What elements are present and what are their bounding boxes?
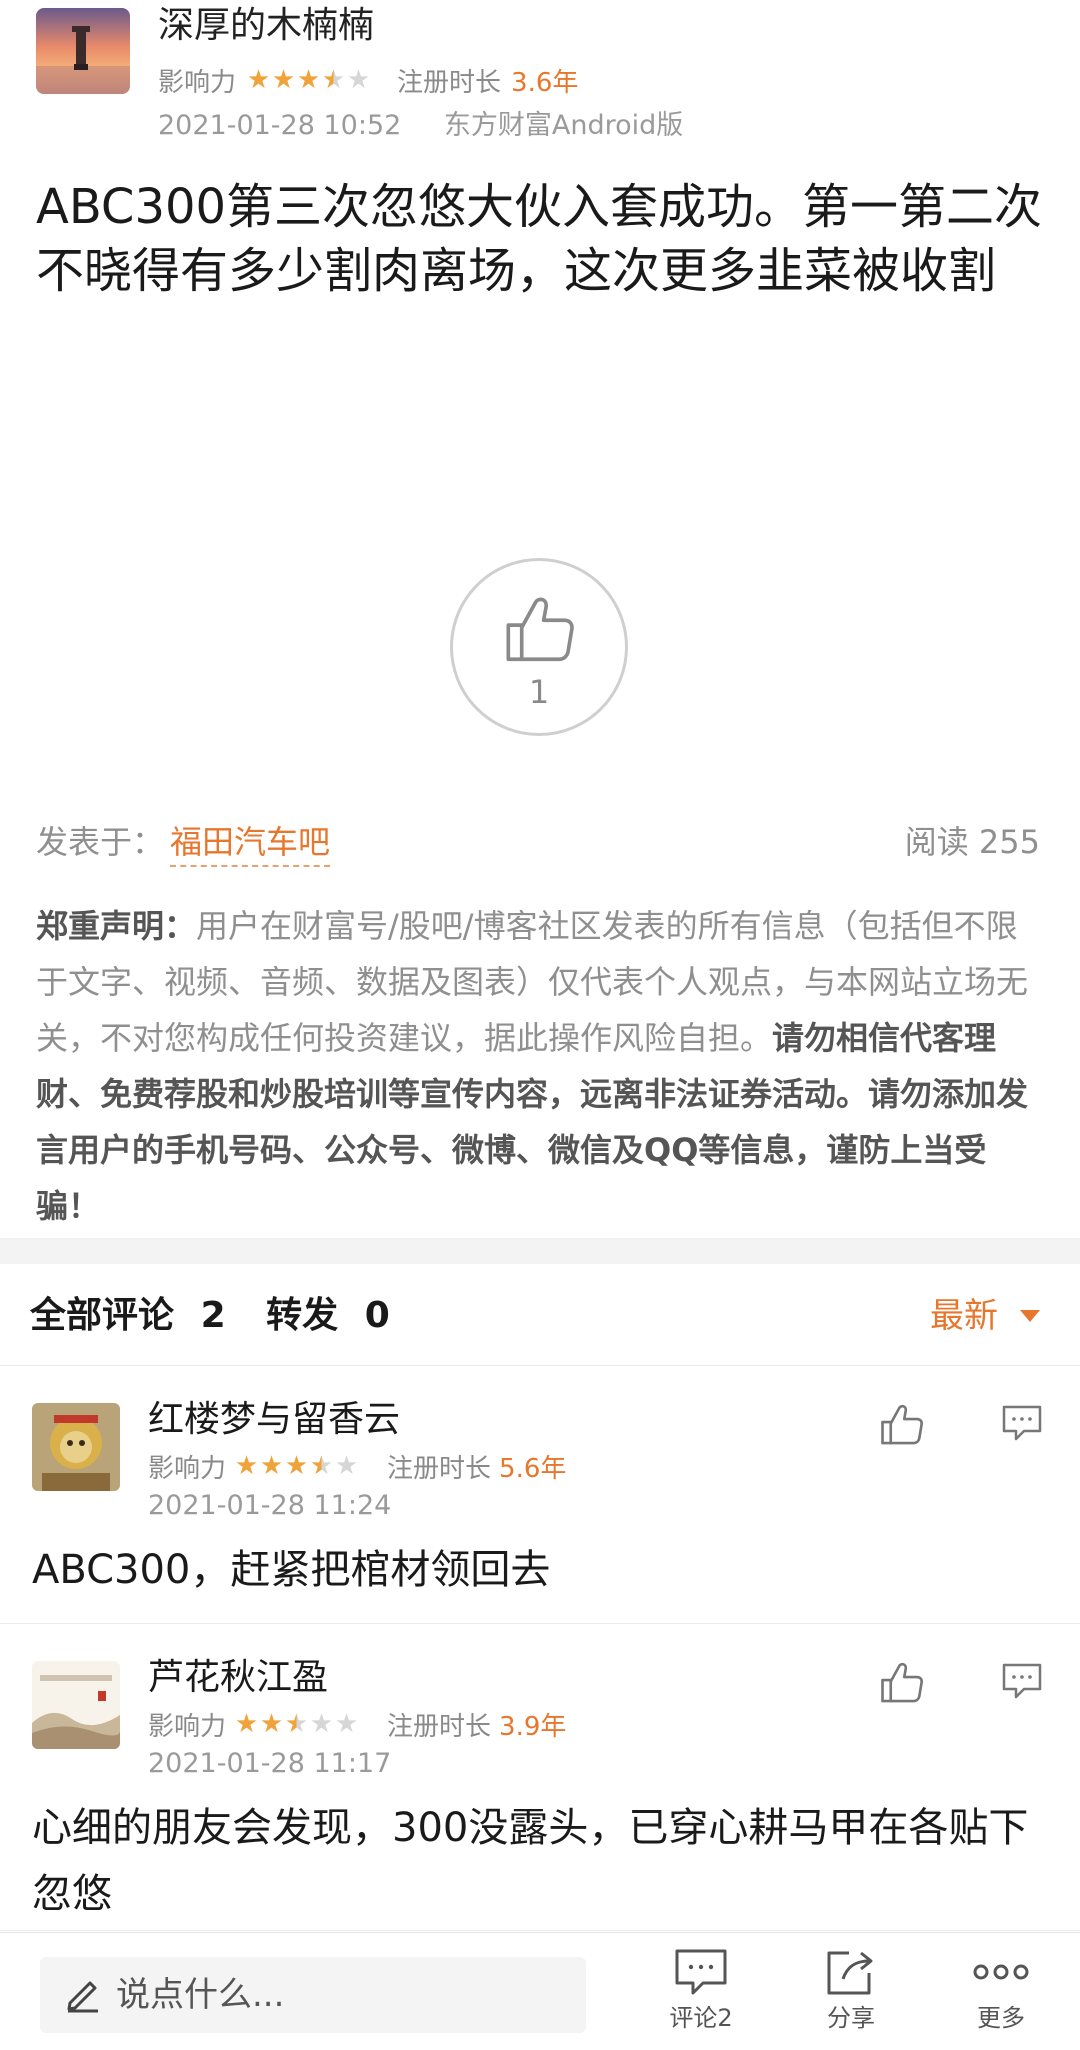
comment-button[interactable]: 评论2 — [646, 1947, 756, 2047]
all-comments-count: 2 — [200, 1295, 226, 1336]
star-icon: ★ — [234, 1709, 259, 1739]
comment-reply-button[interactable] — [1000, 1661, 1044, 1701]
comment-text: 心细的朋友会发现，300没露头，已穿心耕马甲在各贴下忽悠 — [32, 1805, 1029, 1917]
influence-stars: ★ ★ ★ ★ ★ — [234, 1709, 359, 1739]
posted-in: 发表于： 福田汽车吧 — [36, 820, 331, 867]
influence-stars: ★ ★ ★ ★ ★ — [246, 65, 371, 95]
reg-value: 3.6年 — [511, 67, 579, 98]
sort-caret-icon — [1020, 1310, 1040, 1322]
post-like-button[interactable]: 1 — [450, 558, 628, 736]
influence-label: 影响力 — [158, 67, 237, 98]
comment-item: 芦花秋江盈 影响力 ★ ★ ★ ★ ★ 注册时长 3.9年 2021-01-28 11:… — [0, 1625, 1080, 1931]
comment-reply-button[interactable] — [1000, 1403, 1044, 1443]
repost-label: 转发 — [266, 1295, 339, 1336]
post-body: ABC300第三次忽悠大伙入套成功。第一第二次不晓得有多少割肉离场，这次更多韭菜… — [36, 179, 1043, 299]
star-icon: ★ — [309, 1451, 334, 1481]
star-icon: ★ — [309, 1709, 334, 1739]
star-icon: ★ — [296, 65, 321, 95]
reg-label: 注册时长 — [397, 67, 502, 98]
commenter-meta: 影响力 ★ ★ ★ ★ ★ 注册时长 5.6年 — [148, 1449, 567, 1484]
star-icon: ★ — [284, 1451, 309, 1481]
sort-dropdown[interactable]: 最新 — [930, 1292, 1040, 1340]
reg-value: 3.9年 — [499, 1711, 567, 1742]
comment-text: ABC300，赶紧把棺材领回去 — [32, 1547, 551, 1593]
share-icon — [827, 1951, 873, 1995]
edit-pen-icon — [67, 1981, 98, 2013]
post-source: 东方财富Android版 — [443, 110, 684, 141]
star-icon: ★ — [259, 1451, 284, 1481]
section-divider — [0, 1238, 1080, 1264]
read-count: 阅读 255 — [904, 823, 1040, 861]
repost-count: 0 — [364, 1295, 390, 1336]
post-detail-page: 深厚的木楠楠 影响力 ★ ★ ★ ★ ★ 注册时长 3.6年 2021-01-28 10… — [0, 0, 1080, 2050]
reg-label: 注册时长 — [387, 1453, 492, 1484]
star-icon: ★ — [334, 1451, 359, 1481]
comments-header: 全部评论 2 转发 0 最新 — [0, 1264, 1080, 1366]
commenter-name[interactable]: 芦花秋江盈 — [148, 1655, 328, 1701]
comments-tab[interactable]: 全部评论 2 — [30, 1295, 240, 1336]
author-avatar[interactable] — [36, 8, 130, 94]
star-icon: ★ — [271, 65, 296, 95]
star-icon: ★ — [346, 65, 371, 95]
comment-time: 2021-01-28 11:24 — [148, 1490, 392, 1521]
comment-bubble-icon — [675, 1949, 727, 1995]
bottom-action-bar: 说点什么... 评论2 分享 更多 — [0, 1932, 1080, 2050]
influence-stars: ★ ★ ★ ★ ★ — [234, 1451, 359, 1481]
author-meta: 影响力 ★ ★ ★ ★ ★ 注册时长 3.6年 — [158, 62, 578, 98]
comment-input-placeholder: 说点什么... — [116, 1975, 285, 2015]
posted-in-label: 发表于： — [36, 823, 165, 861]
commenter-avatar[interactable] — [32, 1661, 120, 1749]
post-time: 2021-01-28 10:52 — [158, 110, 402, 141]
all-comments-label: 全部评论 — [30, 1295, 175, 1336]
bar-link[interactable]: 福田汽车吧 — [170, 823, 331, 867]
author-header: 深厚的木楠楠 影响力 ★ ★ ★ ★ ★ 注册时长 3.6年 2021-01-28 10… — [36, 0, 1046, 150]
star-icon: ★ — [246, 65, 271, 95]
more-dots-icon — [973, 1964, 1029, 1980]
star-icon: ★ — [321, 65, 346, 95]
star-icon: ★ — [259, 1709, 284, 1739]
more-button[interactable]: 更多 — [946, 1947, 1056, 2047]
more-button-label: 更多 — [977, 2004, 1025, 2032]
disclaimer-label: 郑重声明： — [36, 907, 197, 945]
sort-label: 最新 — [930, 1296, 998, 1336]
comment-time: 2021-01-28 11:17 — [148, 1748, 392, 1779]
commenter-meta: 影响力 ★ ★ ★ ★ ★ 注册时长 3.9年 — [148, 1707, 567, 1742]
reg-label: 注册时长 — [387, 1711, 492, 1742]
repost-tab[interactable]: 转发 0 — [266, 1295, 404, 1336]
comment-like-button[interactable] — [878, 1659, 926, 1707]
star-icon: ★ — [334, 1709, 359, 1739]
author-name[interactable]: 深厚的木楠楠 — [158, 4, 374, 48]
share-button[interactable]: 分享 — [796, 1947, 906, 2047]
comments-title: 全部评论 2 转发 0 — [30, 1292, 418, 1340]
star-icon: ★ — [284, 1709, 309, 1739]
influence-label: 影响力 — [148, 1453, 227, 1484]
disclaimer: 郑重声明：用户在财富号/股吧/博客社区发表的所有信息（包括但不限于文字、视频、音… — [36, 898, 1046, 1234]
comment-input[interactable]: 说点什么... — [40, 1957, 586, 2033]
commenter-name[interactable]: 红楼梦与留香云 — [148, 1397, 400, 1443]
commenter-avatar[interactable] — [32, 1403, 120, 1491]
post-time-row: 2021-01-28 10:52 东方财富Android版 — [158, 108, 717, 144]
star-icon: ★ — [234, 1451, 259, 1481]
comment-like-button[interactable] — [878, 1401, 926, 1449]
share-button-label: 分享 — [827, 2004, 875, 2032]
reg-value: 5.6年 — [499, 1453, 567, 1484]
comment-item: 红楼梦与留香云 影响力 ★ ★ ★ ★ ★ 注册时长 5.6年 2021-01-28 1… — [0, 1367, 1080, 1624]
comment-button-label: 评论2 — [669, 2004, 733, 2032]
post-like-count: 1 — [528, 673, 550, 711]
influence-label: 影响力 — [148, 1711, 227, 1742]
thumbs-up-icon — [506, 597, 574, 662]
